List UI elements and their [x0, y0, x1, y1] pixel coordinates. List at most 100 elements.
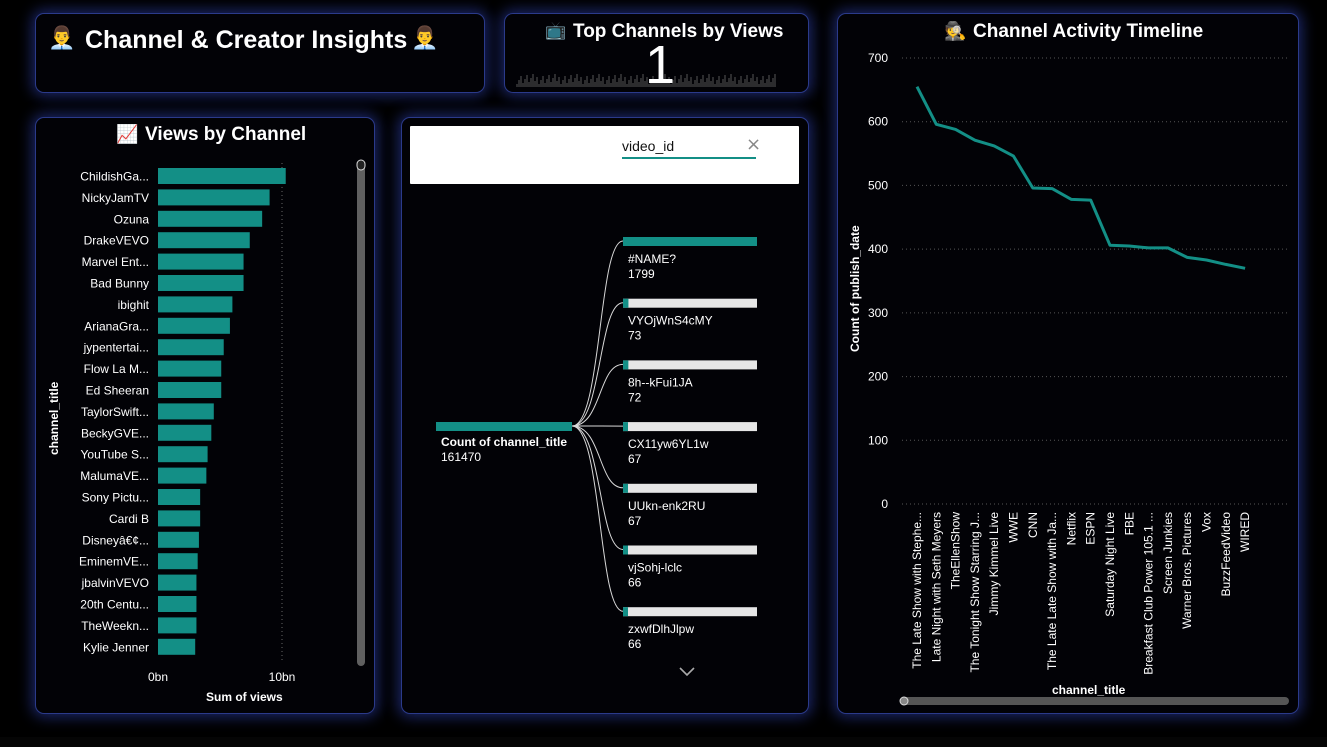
- page-title: Channel & Creator Insights: [85, 26, 408, 54]
- bar-category-label: Disneyâ€¢...: [82, 533, 149, 547]
- line-series[interactable]: [915, 86, 1246, 270]
- line-category-label: CNN: [1026, 512, 1040, 538]
- bar[interactable]: [158, 489, 201, 505]
- bar[interactable]: [158, 424, 212, 441]
- line-y-tick-label: 600: [868, 115, 888, 129]
- line-category-label: WWE: [1007, 512, 1021, 543]
- node-label: 8h--kFui1JA: [628, 375, 693, 389]
- node-bar-track[interactable]: [623, 483, 757, 493]
- tree-link: [571, 302, 624, 427]
- bar-category-label: ChildishGa...: [80, 170, 149, 184]
- bar-category-label: Ozuna: [114, 212, 150, 226]
- node-label: CX11yw6YL1w: [628, 437, 709, 451]
- bar[interactable]: [158, 553, 198, 570]
- bar[interactable]: [158, 339, 224, 356]
- bar-category-label: EminemVE...: [79, 555, 149, 569]
- node-bar-fill: [623, 237, 757, 246]
- line-y-axis-label: Count of publish_date: [848, 225, 862, 352]
- node-bar-fill: [623, 607, 628, 617]
- decomposition-tree[interactable]: Count of channel_title 161470 #NAME?1799…: [402, 118, 808, 713]
- line-scrollbar[interactable]: [900, 697, 1289, 705]
- kpi-card[interactable]: 📺 Top Channels by Views 1: [504, 13, 809, 93]
- node-value: 72: [628, 390, 642, 404]
- bar-category-label: ibighit: [118, 298, 150, 312]
- views-by-channel-card[interactable]: 📈 Views by Channel ChildishGa... NickyJam…: [35, 117, 375, 714]
- bar-category-label: BeckyGVE...: [81, 426, 149, 440]
- line-y-tick-label: 500: [868, 178, 888, 192]
- line-y-tick-label: 700: [868, 51, 888, 65]
- bar[interactable]: [158, 638, 196, 655]
- chevron-down-icon[interactable]: [679, 667, 695, 677]
- tv-icon: 📺: [545, 21, 567, 41]
- bar[interactable]: [158, 275, 244, 291]
- bar[interactable]: [158, 574, 197, 591]
- bar[interactable]: [158, 168, 286, 184]
- bar[interactable]: [158, 189, 270, 206]
- root-node-bar[interactable]: [436, 422, 572, 431]
- bar[interactable]: [158, 360, 222, 377]
- bar[interactable]: [158, 446, 208, 463]
- bar-scrollbar[interactable]: [357, 161, 365, 666]
- bar-category-label: DrakeVEVO: [84, 234, 149, 248]
- bar-category-label: NickyJamTV: [82, 191, 149, 205]
- node-value: 67: [628, 514, 642, 528]
- line-y-tick-label: 0: [881, 497, 888, 511]
- businessman-icon: 👨‍💼: [411, 26, 439, 51]
- bar[interactable]: [158, 510, 201, 527]
- bar-category-label: ArianaGra...: [84, 319, 149, 333]
- bar[interactable]: [158, 232, 250, 249]
- line-y-tick-label: 300: [868, 306, 888, 320]
- node-value: 73: [628, 329, 642, 343]
- line-category-label: The Late Late Show with Ja...: [1045, 512, 1059, 670]
- bar-category-label: Flow La M...: [84, 362, 149, 376]
- line-y-tick-label: 100: [868, 433, 888, 447]
- line-category-label: TheEllenShow: [949, 512, 963, 590]
- line-y-tick-label: 400: [868, 242, 888, 256]
- node-bar-track[interactable]: [623, 298, 757, 308]
- tree-link: [571, 425, 624, 612]
- bar-category-label: Cardi B: [109, 512, 149, 526]
- bar[interactable]: [158, 317, 230, 334]
- bar-category-label: Bad Bunny: [90, 277, 149, 291]
- bar[interactable]: [158, 617, 197, 634]
- line-chart[interactable]: 0 100 200 300 400 500 600 700 The Late Show wit…: [838, 14, 1298, 713]
- bar[interactable]: [158, 467, 207, 484]
- bar[interactable]: [158, 403, 214, 420]
- bar-x-tick-label: 0bn: [148, 670, 168, 684]
- node-bar-track[interactable]: [623, 360, 757, 370]
- bar[interactable]: [158, 253, 244, 270]
- bar-scrollbar-handle[interactable]: [356, 159, 366, 171]
- bar-y-axis-label: channel_title: [47, 381, 61, 455]
- bar[interactable]: [158, 210, 263, 227]
- header-card: 👨‍💼 Channel & Creator Insights 👨‍💼: [35, 13, 485, 93]
- node-bar-track[interactable]: [623, 607, 757, 617]
- bar-category-label: Ed Sheeran: [86, 384, 149, 398]
- footer-strip: [0, 737, 1327, 747]
- bar[interactable]: [158, 531, 199, 548]
- line-category-label: Netflix: [1064, 512, 1078, 545]
- bar-category-label: Marvel Ent...: [82, 255, 149, 269]
- line-category-label: FBE: [1122, 512, 1136, 535]
- node-bar-track[interactable]: [623, 422, 757, 432]
- line-category-label: ESPN: [1084, 512, 1098, 545]
- bar-chart[interactable]: ChildishGa... NickyJamTV Ozuna DrakeVEVO Mar…: [36, 118, 374, 713]
- bar[interactable]: [158, 596, 197, 612]
- kpi-value: 1: [645, 35, 676, 93]
- activity-timeline-card[interactable]: 🕵️ Channel Activity Timeline 0 100 200 300 4…: [837, 13, 1299, 714]
- node-label: UUkn-enk2RU: [628, 499, 705, 513]
- node-bar-fill: [623, 298, 629, 308]
- node-value: 66: [628, 576, 642, 590]
- businessman-icon: 👨‍💼: [48, 26, 76, 51]
- bar[interactable]: [158, 382, 222, 398]
- decomposition-tree-card[interactable]: video_id × Count of channel_title 161470…: [401, 117, 809, 714]
- node-bar-track[interactable]: [623, 545, 757, 555]
- line-scrollbar-handle[interactable]: [899, 696, 909, 706]
- node-label: #NAME?: [628, 252, 676, 266]
- bar-x-tick-label: 10bn: [269, 670, 296, 684]
- bar[interactable]: [158, 296, 233, 313]
- root-node-label: Count of channel_title: [441, 435, 567, 449]
- bar-category-label: TaylorSwift...: [81, 405, 149, 419]
- tree-link: [571, 240, 624, 427]
- bar-category-label: Sony Pictu...: [82, 491, 149, 505]
- node-value: 67: [628, 452, 642, 466]
